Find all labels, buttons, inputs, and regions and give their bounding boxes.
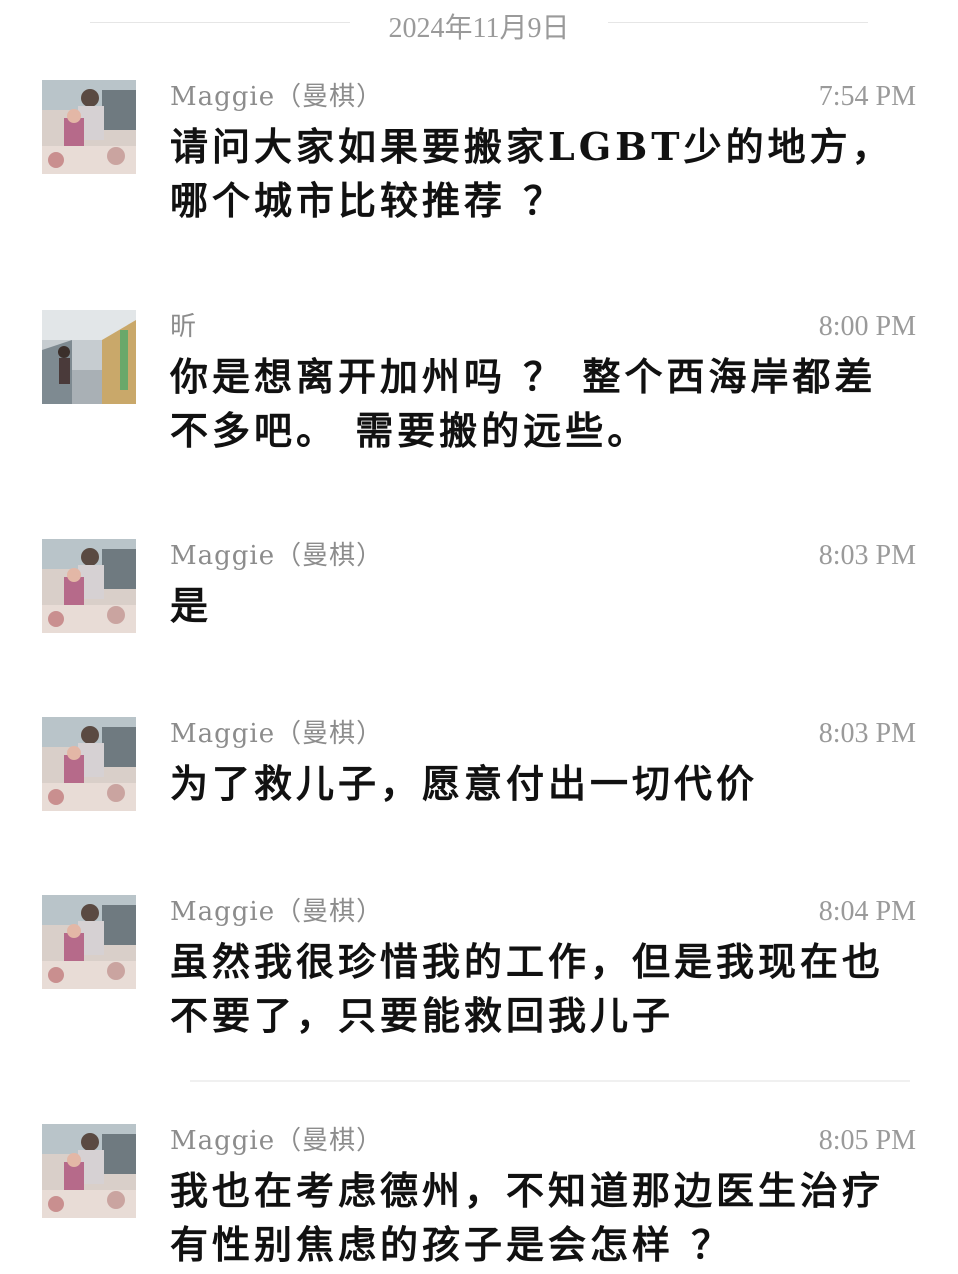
message-text: 虽然我很珍惜我的工作，但是我现在也不要了，只要能救回我儿子 — [170, 939, 885, 1038]
date-divider: 2024年11月9日 — [0, 0, 958, 48]
sender-name: 昕 — [170, 312, 198, 342]
timestamp: 8:05 PM — [818, 1125, 916, 1156]
timestamp: 7:54 PM — [818, 81, 916, 112]
timestamp: 8:00 PM — [818, 311, 916, 342]
message-text: 是 — [170, 583, 213, 628]
avatar[interactable] — [42, 80, 136, 174]
avatar[interactable] — [42, 310, 136, 404]
message-text: 我也在考虑德州，不知道那边医生治疗有性别焦虑的孩子是会怎样 ？ — [170, 1168, 885, 1267]
timestamp: 8:03 PM — [818, 718, 916, 749]
date-label: 2024年11月9日 — [388, 13, 570, 44]
avatar-photo-icon — [42, 310, 136, 404]
message-text: 请问大家如果要搬家LGBT少的地方，哪个城市比较推荐 ？ — [170, 124, 894, 223]
sender-name: Maggie（曼棋） — [170, 719, 384, 749]
sender-name: Maggie（曼棋） — [170, 541, 384, 571]
message-separator — [190, 1080, 910, 1082]
sender-name: Maggie（曼棋） — [170, 1126, 384, 1156]
message-text: 你是想离开加州吗 ？ 整个西海岸都差不多吧。 需要搬的远些。 — [170, 354, 877, 453]
avatar-photo-icon — [42, 80, 136, 174]
avatar[interactable] — [42, 539, 136, 633]
timestamp: 8:04 PM — [818, 896, 916, 927]
divider-line-left — [90, 22, 350, 23]
avatar[interactable] — [42, 717, 136, 811]
avatar-photo-icon — [42, 717, 136, 811]
message-text: 为了救儿子，愿意付出一切代价 — [170, 761, 759, 806]
avatar-photo-icon — [42, 895, 136, 989]
avatar[interactable] — [42, 1124, 136, 1218]
divider-line-right — [608, 22, 868, 23]
avatar[interactable] — [42, 895, 136, 989]
avatar-photo-icon — [42, 539, 136, 633]
sender-name: Maggie（曼棋） — [170, 82, 384, 112]
sender-name: Maggie（曼棋） — [170, 897, 384, 927]
avatar-photo-icon — [42, 1124, 136, 1218]
timestamp: 8:03 PM — [818, 540, 916, 571]
